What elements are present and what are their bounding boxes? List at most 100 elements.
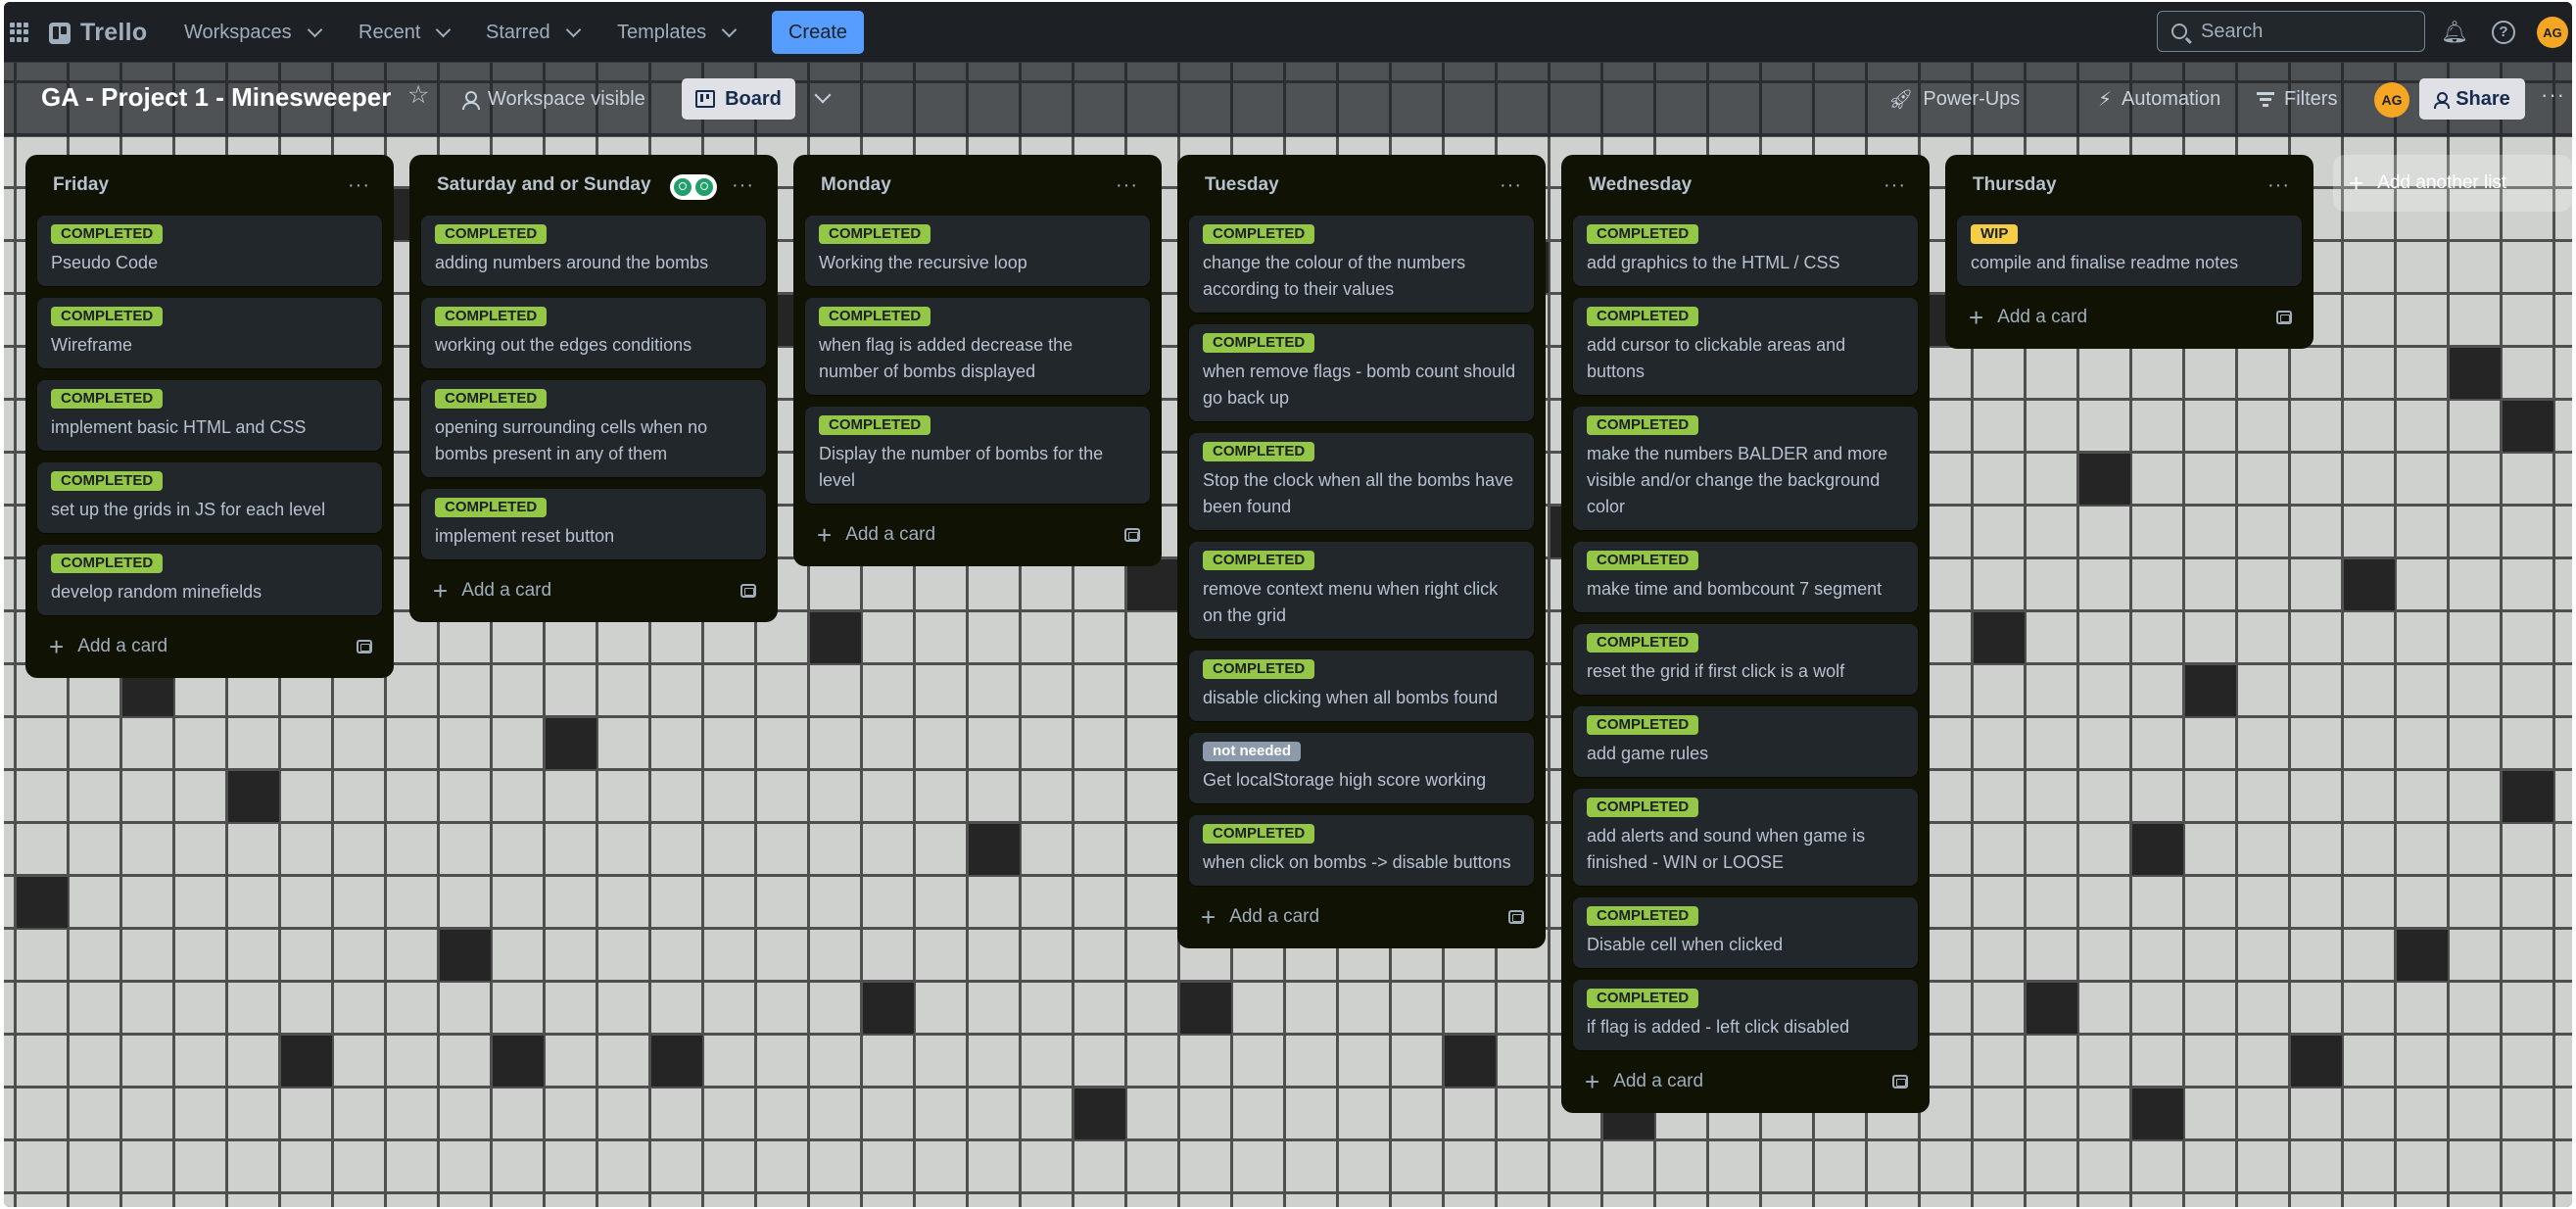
menu-starred[interactable]: Starred <box>486 2 581 63</box>
list-title[interactable]: Saturday and or Sunday <box>437 174 651 196</box>
card-title: Display the number of bombs for the leve… <box>819 444 1104 490</box>
board-icon <box>695 90 716 108</box>
create-from-template-icon[interactable] <box>1124 528 1140 542</box>
list-title[interactable]: Friday <box>53 174 109 196</box>
card[interactable]: COMPLETED implement reset button <box>421 489 766 559</box>
card[interactable]: COMPLETED if flag is added - left click d… <box>1573 980 1918 1050</box>
board-view-label: Board <box>725 87 782 110</box>
card-label: COMPLETED <box>51 471 164 491</box>
powerups-button[interactable]: 🚀︎ Power-Ups <box>1888 80 2020 118</box>
plus-icon: + <box>1585 1067 1600 1096</box>
card-label: COMPLETED <box>51 307 164 326</box>
filters-button[interactable]: Filters <box>2257 80 2337 118</box>
add-card-button[interactable]: + Add a card <box>421 571 766 610</box>
add-card-button[interactable]: + Add a card <box>805 515 1150 555</box>
card[interactable]: COMPLETED Pseudo Code <box>37 216 382 286</box>
add-member-icon <box>2434 92 2451 109</box>
list-actions-icon[interactable]: ··· <box>348 174 370 197</box>
help-icon[interactable]: ? <box>2492 21 2515 44</box>
search-input[interactable]: Search <box>2157 11 2425 52</box>
create-from-template-icon[interactable] <box>740 584 756 598</box>
list-monday: Monday ··· COMPLETED Working the recursive … <box>793 155 1162 566</box>
app-switcher-icon[interactable] <box>10 23 29 42</box>
card-title: remove context menu when right click on … <box>1203 579 1499 625</box>
add-another-list-button[interactable]: + Add another list <box>2333 155 2572 212</box>
board-member-avatar[interactable]: AG <box>2374 82 2409 118</box>
card[interactable]: COMPLETED Wireframe <box>37 298 382 368</box>
card[interactable]: not needed Get localStorage high score wo… <box>1189 733 1534 803</box>
card[interactable]: COMPLETED change the colour of the number… <box>1189 216 1534 313</box>
card-label: COMPLETED <box>819 415 931 435</box>
card-label: COMPLETED <box>1587 224 1699 244</box>
menu-starred-label: Starred <box>486 21 550 43</box>
list-actions-icon[interactable]: ··· <box>1884 174 1906 197</box>
list-actions-icon[interactable]: ··· <box>1116 174 1138 197</box>
create-from-template-icon[interactable] <box>357 640 372 653</box>
menu-workspaces[interactable]: Workspaces <box>184 2 322 63</box>
card[interactable]: COMPLETED when remove flags - bomb count … <box>1189 324 1534 421</box>
card-label: COMPLETED <box>1587 307 1699 326</box>
list-title[interactable]: Tuesday <box>1205 174 1279 196</box>
create-from-template-icon[interactable] <box>1892 1075 1908 1088</box>
list-friday: Friday ··· COMPLETED Pseudo Code COMPLETED Wi… <box>25 155 394 678</box>
card[interactable]: COMPLETED Working the recursive loop <box>805 216 1150 286</box>
menu-recent[interactable]: Recent <box>358 2 452 63</box>
trello-logo[interactable]: Trello <box>49 19 148 47</box>
card[interactable]: COMPLETED develop random minefields <box>37 545 382 615</box>
card[interactable]: COMPLETED add game rules <box>1573 706 1918 777</box>
card[interactable]: COMPLETED disable clicking when all bombs… <box>1189 651 1534 721</box>
menu-templates[interactable]: Templates <box>617 2 738 63</box>
list-title[interactable]: Wednesday <box>1589 174 1692 196</box>
share-button[interactable]: Share <box>2419 78 2525 120</box>
card[interactable]: COMPLETED when click on bombs -> disable … <box>1189 815 1534 886</box>
list-actions-icon[interactable]: ··· <box>732 174 754 197</box>
card[interactable]: COMPLETED make time and bombcount 7 segme… <box>1573 542 1918 612</box>
add-card-button[interactable]: + Add a card <box>1957 298 2302 337</box>
list-title[interactable]: Monday <box>821 174 891 196</box>
card-title: add cursor to clickable areas and button… <box>1587 335 1846 381</box>
card[interactable]: COMPLETED working out the edges condition… <box>421 298 766 368</box>
card-label: COMPLETED <box>51 224 164 244</box>
workspace-visibility-button[interactable]: Workspace visible <box>462 80 645 118</box>
create-button[interactable]: Create <box>772 11 864 54</box>
add-card-label: Add a card <box>1613 1071 1704 1091</box>
more-options-icon[interactable]: ··· <box>2541 82 2565 108</box>
card[interactable]: COMPLETED remove context menu when right … <box>1189 542 1534 639</box>
card-label: COMPLETED <box>1587 633 1699 653</box>
list-actions-icon[interactable]: ··· <box>2267 174 2290 197</box>
chevron-down-icon[interactable] <box>814 86 832 104</box>
card[interactable]: COMPLETED Disable cell when clicked <box>1573 897 1918 968</box>
account-avatar[interactable]: AG <box>2537 17 2568 48</box>
card[interactable]: COMPLETED add alerts and sound when game … <box>1573 789 1918 886</box>
board-view-button[interactable]: Board <box>682 78 795 120</box>
card[interactable]: COMPLETED implement basic HTML and CSS <box>37 380 382 451</box>
card[interactable]: COMPLETED make the numbers BALDER and mor… <box>1573 407 1918 530</box>
card[interactable]: WIP compile and finalise readme notes <box>1957 216 2302 286</box>
card[interactable]: COMPLETED Display the number of bombs for… <box>805 407 1150 504</box>
card[interactable]: COMPLETED add cursor to clickable areas a… <box>1573 298 1918 395</box>
list-actions-icon[interactable]: ··· <box>1500 174 1522 197</box>
card[interactable]: COMPLETED reset the grid if first click i… <box>1573 624 1918 695</box>
card-title: when flag is added decrease the number o… <box>819 335 1073 381</box>
add-card-button[interactable]: + Add a card <box>37 627 382 666</box>
list-title[interactable]: Thursday <box>1973 174 2057 196</box>
star-icon[interactable]: ☆ <box>407 80 429 110</box>
board-header: GA - Project 1 - Minesweeper ☆ Workspace… <box>4 63 2572 137</box>
board-title[interactable]: GA - Project 1 - Minesweeper <box>41 82 391 113</box>
card[interactable]: COMPLETED when flag is added decrease the… <box>805 298 1150 395</box>
trello-logo-icon <box>49 22 71 44</box>
card[interactable]: COMPLETED adding numbers around the bombs <box>421 216 766 286</box>
create-from-template-icon[interactable] <box>2276 311 2292 324</box>
filters-label: Filters <box>2284 87 2338 110</box>
card[interactable]: COMPLETED Stop the clock when all the bom… <box>1189 433 1534 530</box>
add-card-button[interactable]: + Add a card <box>1189 897 1534 937</box>
card[interactable]: COMPLETED add graphics to the HTML / CSS <box>1573 216 1918 286</box>
add-card-button[interactable]: + Add a card <box>1573 1062 1918 1101</box>
automation-button[interactable]: ⚡︎ Automation <box>2098 80 2220 118</box>
card-title: make time and bombcount 7 segment <box>1587 579 1883 599</box>
chevron-down-icon <box>565 22 581 37</box>
notifications-bell-icon[interactable]: 🔔︎ <box>2441 20 2468 45</box>
card[interactable]: COMPLETED opening surrounding cells when … <box>421 380 766 477</box>
create-from-template-icon[interactable] <box>1508 910 1524 924</box>
card[interactable]: COMPLETED set up the grids in JS for each… <box>37 462 382 533</box>
